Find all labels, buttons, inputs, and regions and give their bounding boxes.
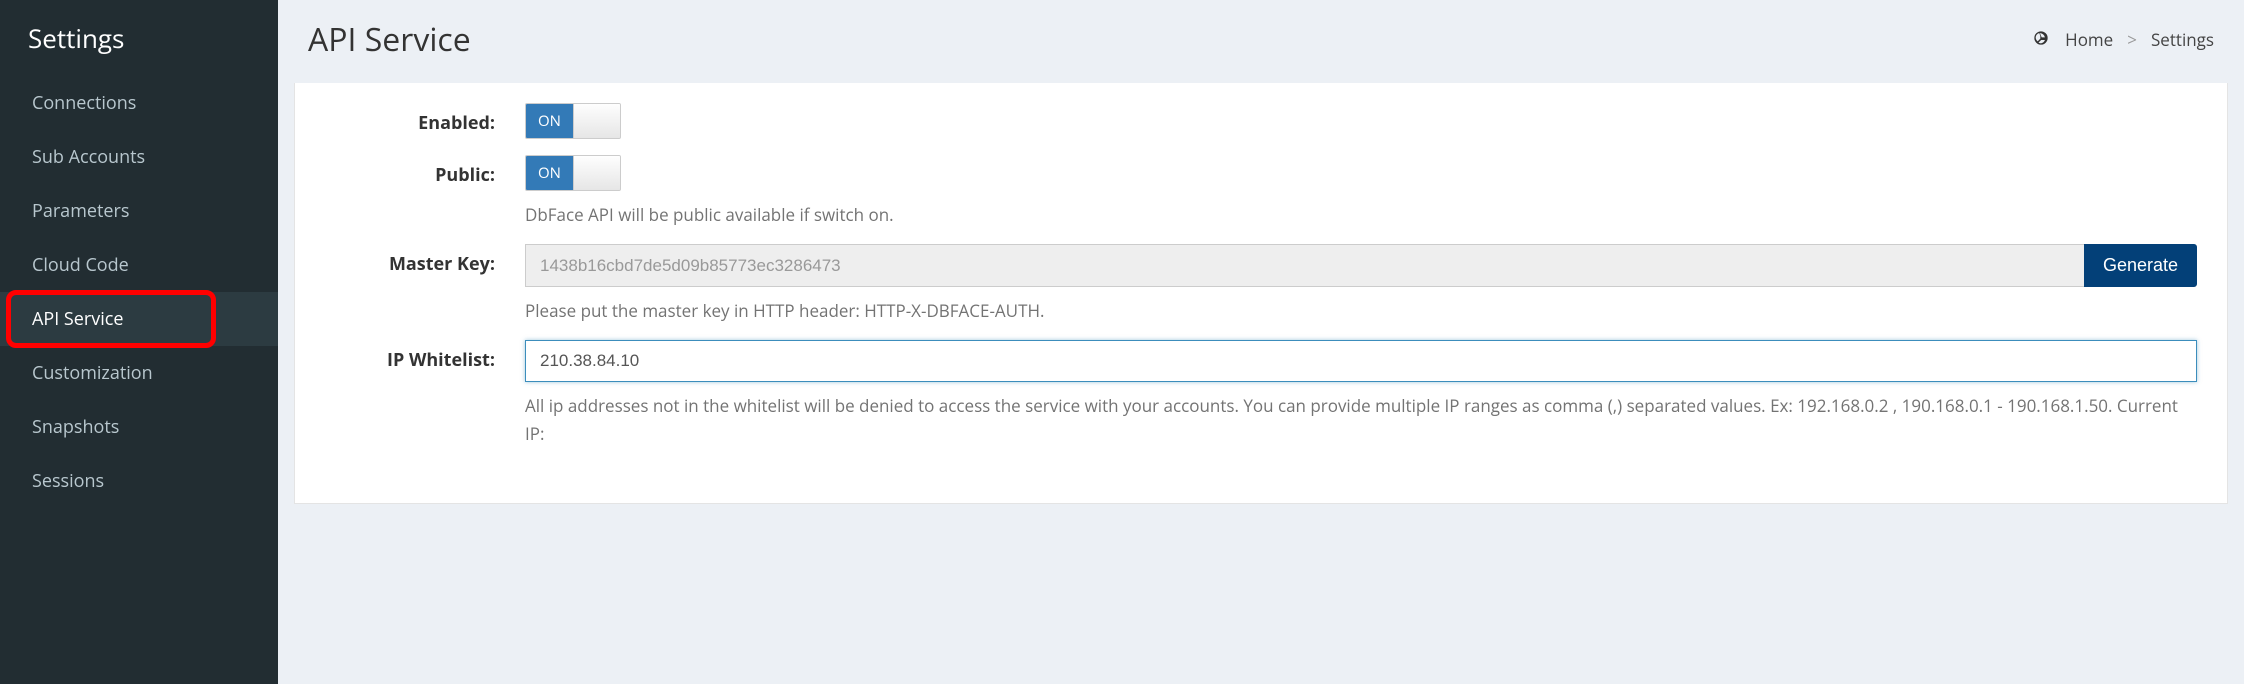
form-panel: Enabled: ON Public: ON DbFace API will (294, 83, 2228, 504)
sidebar-item-sessions[interactable]: Sessions (0, 454, 278, 508)
breadcrumb-current: Settings (2151, 28, 2214, 51)
toggle-on-label: ON (526, 104, 573, 138)
breadcrumb-home[interactable]: Home (2065, 28, 2113, 51)
sidebar: Settings Connections Sub Accounts Parame… (0, 0, 278, 684)
master-key-input[interactable] (525, 244, 2084, 287)
ip-whitelist-help-text: All ip addresses not in the whitelist wi… (525, 392, 2197, 446)
toggle-on-label: ON (526, 156, 573, 190)
sidebar-item-api-service[interactable]: API Service (0, 292, 278, 346)
form-row-enabled: Enabled: ON (325, 103, 2197, 139)
public-help-text: DbFace API will be public available if s… (525, 201, 2197, 228)
public-toggle[interactable]: ON (525, 155, 621, 191)
sidebar-item-snapshots[interactable]: Snapshots (0, 400, 278, 454)
header: API Service Home > Settings (278, 0, 2244, 83)
ip-whitelist-input[interactable] (525, 340, 2197, 382)
sidebar-item-label: API Service (32, 307, 124, 331)
sidebar-item-connections[interactable]: Connections (0, 76, 278, 130)
generate-button[interactable]: Generate (2084, 244, 2197, 287)
sidebar-item-cloud-code[interactable]: Cloud Code (0, 238, 278, 292)
sidebar-item-sub-accounts[interactable]: Sub Accounts (0, 130, 278, 184)
sidebar-item-label: Snapshots (32, 415, 119, 439)
ip-whitelist-label: IP Whitelist: (325, 340, 525, 372)
form-row-public: Public: ON DbFace API will be public ava… (325, 155, 2197, 228)
enabled-label: Enabled: (325, 103, 525, 135)
master-key-label: Master Key: (325, 244, 525, 276)
sidebar-item-label: Parameters (32, 199, 129, 223)
sidebar-item-label: Connections (32, 91, 136, 115)
form-row-ip-whitelist: IP Whitelist: All ip addresses not in th… (325, 340, 2197, 446)
sidebar-item-label: Customization (32, 361, 153, 385)
breadcrumb: Home > Settings (2031, 28, 2214, 51)
toggle-handle (573, 104, 620, 138)
breadcrumb-separator: > (2127, 28, 2137, 51)
enabled-toggle[interactable]: ON (525, 103, 621, 139)
sidebar-title: Settings (0, 0, 278, 76)
sidebar-item-label: Sub Accounts (32, 145, 145, 169)
main-content: API Service Home > Settings Enabled: ON (278, 0, 2244, 684)
sidebar-item-customization[interactable]: Customization (0, 346, 278, 400)
master-key-help-text: Please put the master key in HTTP header… (525, 297, 2197, 324)
toggle-handle (573, 156, 620, 190)
sidebar-item-parameters[interactable]: Parameters (0, 184, 278, 238)
dashboard-icon (2031, 28, 2051, 51)
page-title: API Service (308, 18, 471, 61)
form-row-master-key: Master Key: Generate Please put the mast… (325, 244, 2197, 324)
sidebar-item-label: Cloud Code (32, 253, 129, 277)
sidebar-item-label: Sessions (32, 469, 104, 493)
public-label: Public: (325, 155, 525, 187)
